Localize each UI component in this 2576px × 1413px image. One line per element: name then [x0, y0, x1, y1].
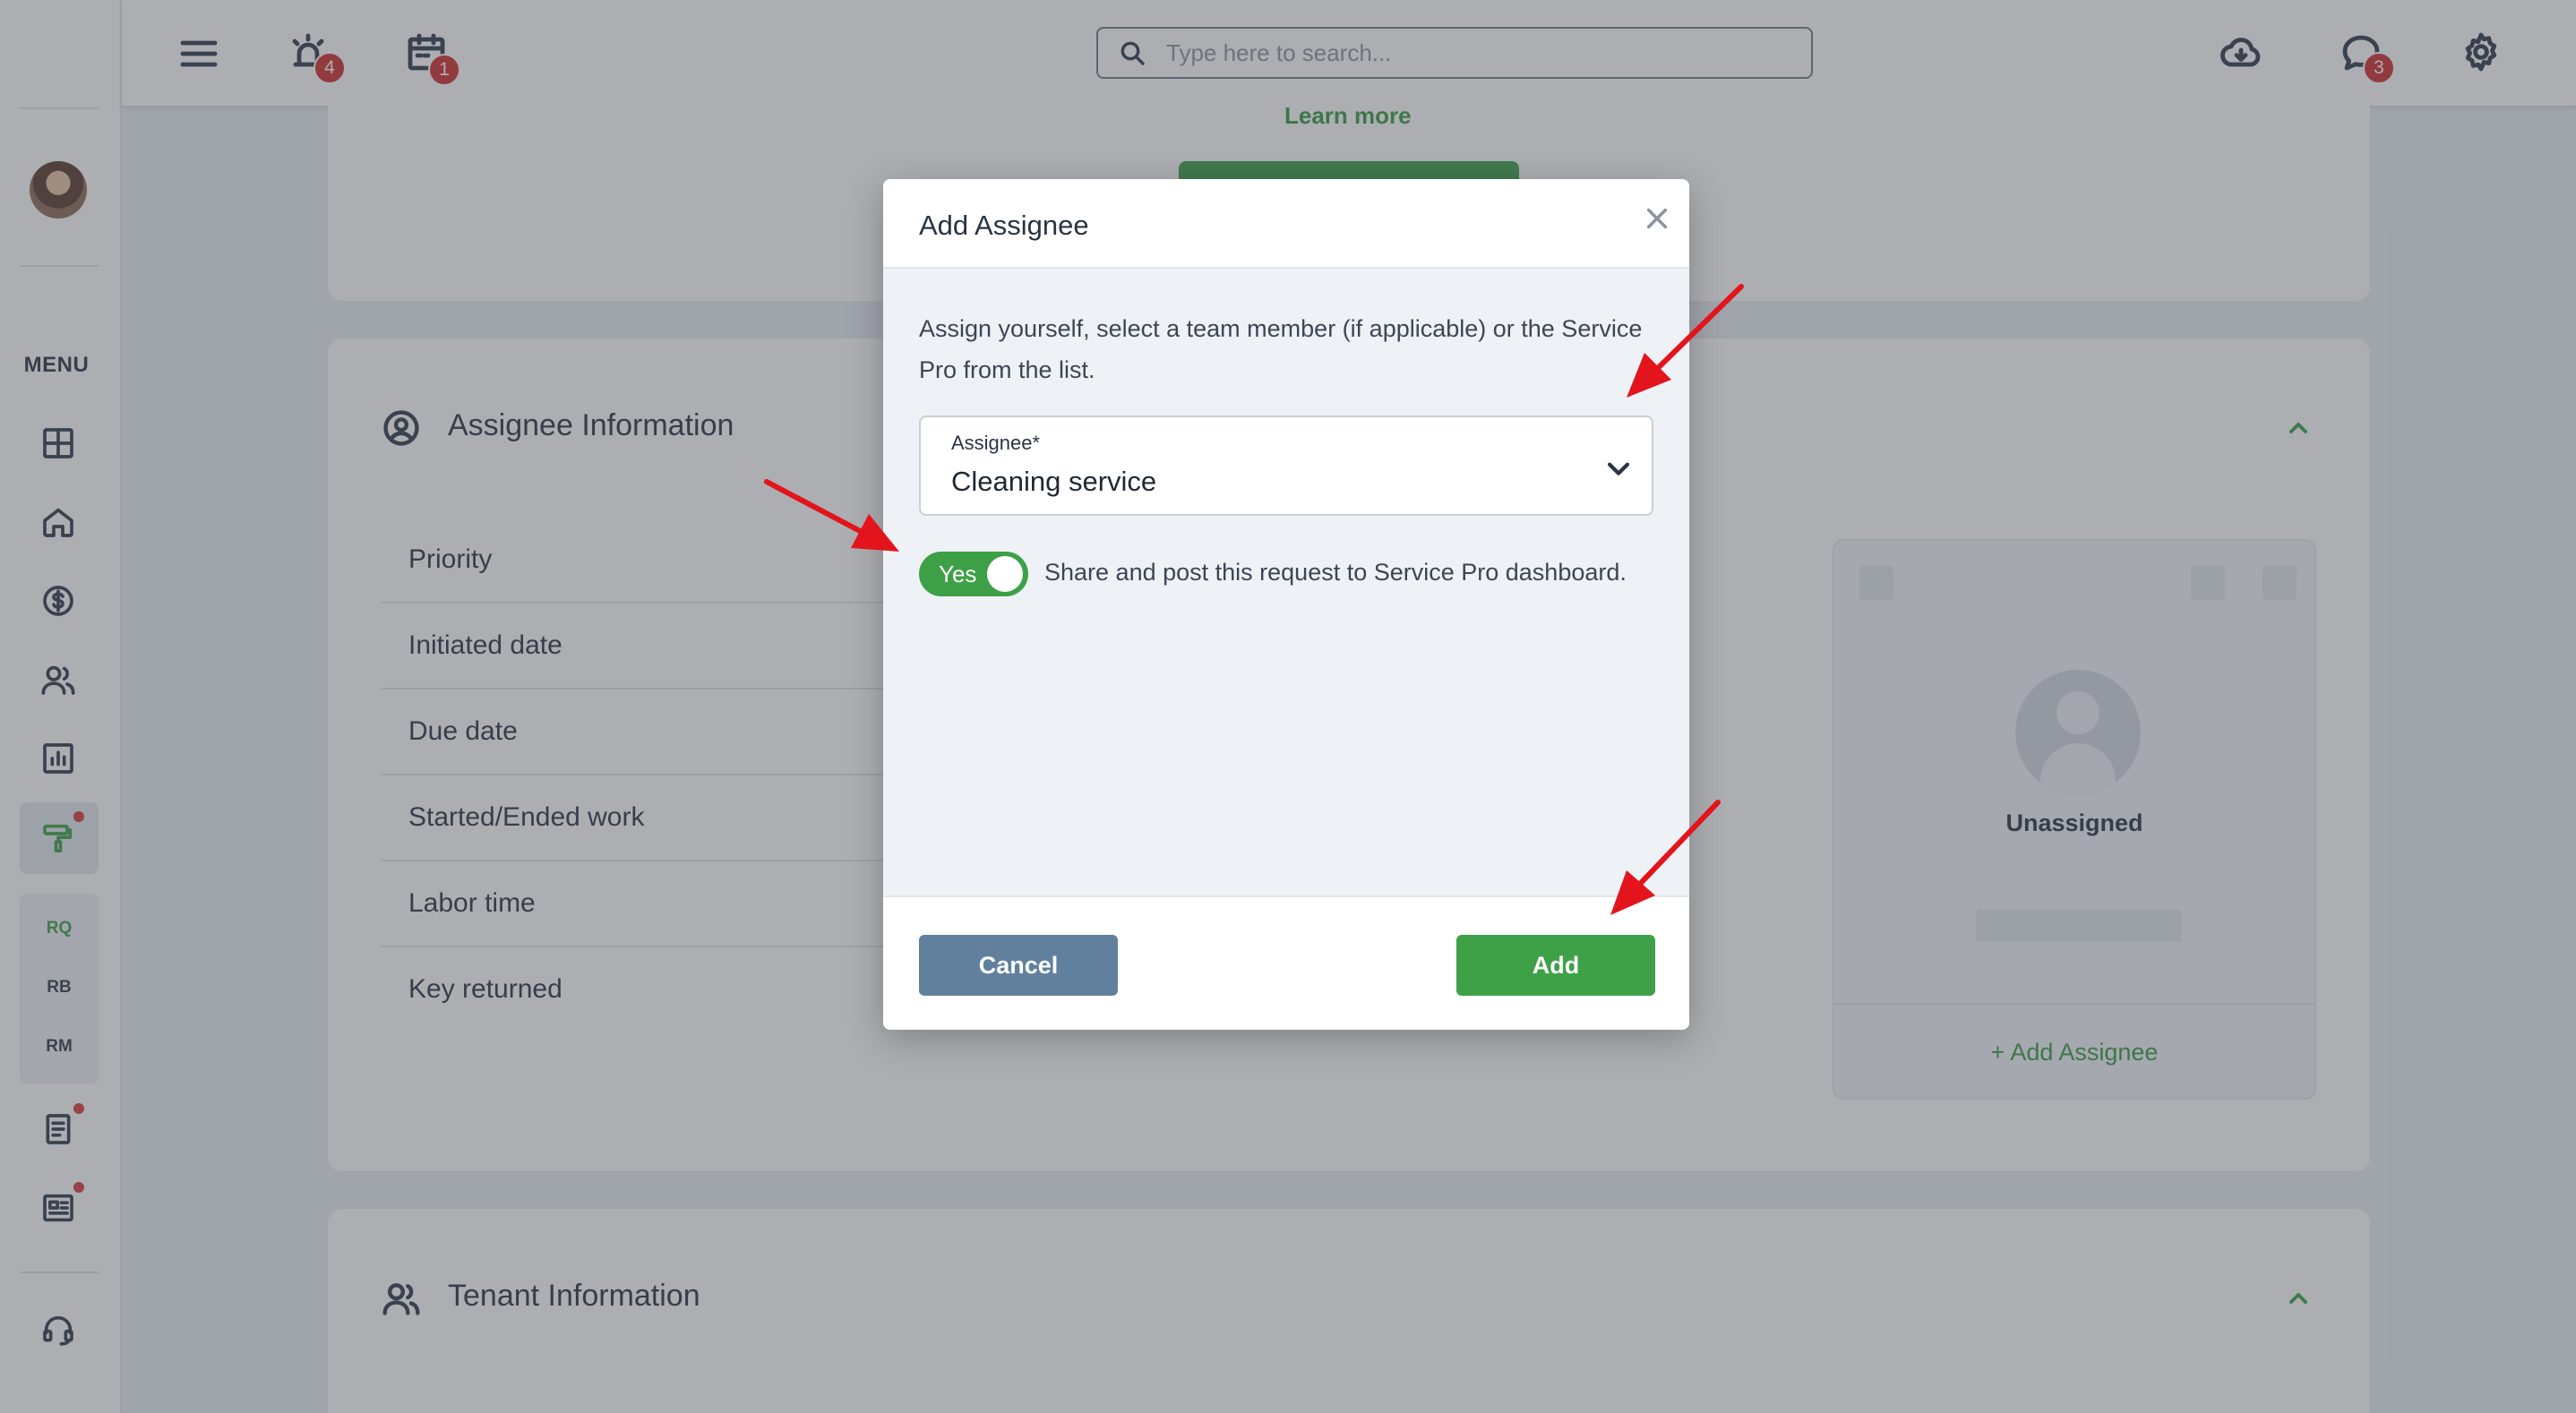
close-icon[interactable]: [1639, 201, 1675, 236]
chevron-down-icon: [1603, 453, 1634, 484]
modal-title: Add Assignee: [919, 210, 1089, 241]
share-toggle[interactable]: Yes: [919, 552, 1028, 596]
share-toggle-label: Share and post this request to Service P…: [1044, 559, 1627, 586]
assignee-select-value: Cleaning service: [951, 466, 1157, 497]
toggle-text: Yes: [939, 561, 977, 587]
modal-body: Assign yourself, select a team member (i…: [883, 269, 1689, 895]
toggle-knob: [987, 556, 1023, 592]
modal-footer: Cancel Add: [883, 895, 1689, 1030]
add-assignee-modal: Add Assignee Assign yourself, select a t…: [883, 179, 1689, 1030]
assignee-select[interactable]: Assignee* Cleaning service: [919, 415, 1653, 516]
modal-description: Assign yourself, select a team member (i…: [919, 315, 1643, 383]
assignee-select-label: Assignee*: [951, 432, 1041, 454]
modal-header: Add Assignee: [883, 179, 1689, 269]
cancel-button[interactable]: Cancel: [919, 935, 1118, 996]
add-button[interactable]: Add: [1456, 935, 1655, 996]
